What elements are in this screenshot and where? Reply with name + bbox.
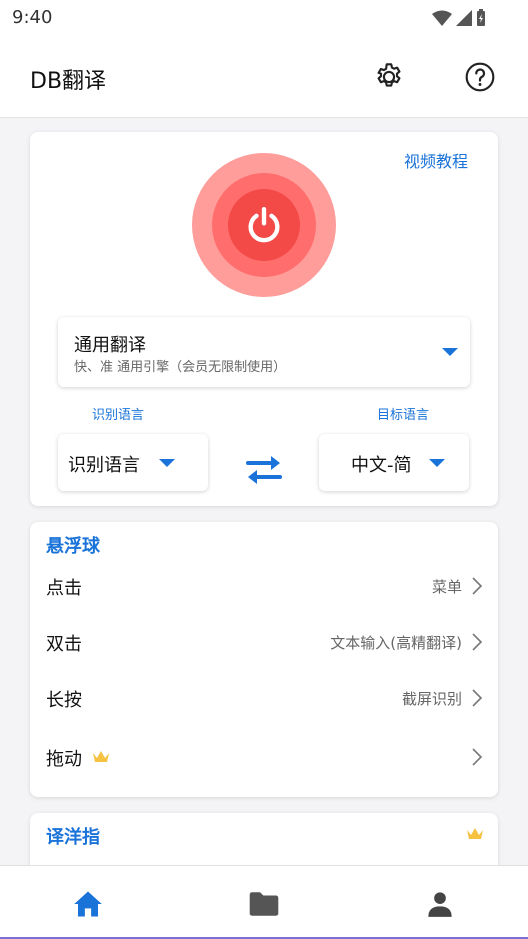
target-language-value: 中文-简 (351, 455, 412, 476)
crown-icon (93, 751, 109, 762)
row-label: 点击 (46, 578, 82, 599)
row-label: 双击 (46, 634, 82, 655)
status-icons (430, 8, 490, 32)
target-language-label: 目标语言 (377, 408, 430, 423)
nav-home[interactable] (68, 886, 108, 922)
engine-dropdown[interactable]: 通用翻译 快、准 通用引擎（会员无限制使用） (58, 317, 470, 387)
app-bar: DB翻译 (0, 38, 528, 118)
translate-card: 视频教程 通用翻译 快、准 通用引擎（会员无限制使用） 识别语言 目标语言 识别… (30, 132, 498, 506)
status-bar: 9:40 (0, 0, 528, 38)
crown-icon (467, 828, 483, 839)
nav-files[interactable] (244, 886, 284, 922)
power-button-core (228, 189, 300, 261)
setting-row-long-press[interactable]: 长按 截屏识别 (30, 670, 498, 726)
person-icon (428, 892, 452, 917)
settings-button[interactable] (369, 57, 409, 97)
bottom-navigation (0, 865, 528, 938)
source-language-dropdown[interactable]: 识别语言 (58, 434, 208, 491)
target-language-dropdown[interactable]: 中文-简 (319, 434, 469, 491)
float-ball-card: 悬浮球 点击 菜单 双击 文本输入(高精翻译) 长按 截屏识别 拖动 (30, 522, 498, 797)
row-label: 拖动 (46, 749, 82, 770)
swap-arrows-icon (246, 456, 282, 484)
help-circle-icon (465, 62, 495, 92)
yiyang-title: 译洋指 (46, 827, 100, 848)
row-value: 截屏识别 (401, 690, 462, 708)
chevron-right-icon (472, 689, 483, 707)
setting-row-tap[interactable]: 点击 菜单 (30, 558, 498, 614)
source-language-value: 识别语言 (68, 455, 140, 476)
signal-icon (456, 10, 472, 26)
caret-down-icon (159, 459, 175, 467)
engine-name: 通用翻译 (74, 335, 146, 356)
engine-description: 快、准 通用引擎（会员无限制使用） (74, 360, 287, 375)
app-title: DB翻译 (30, 69, 107, 94)
wifi-icon (432, 10, 452, 26)
video-tutorial-link[interactable]: 视频教程 (404, 148, 468, 172)
power-button[interactable] (192, 153, 336, 297)
caret-down-icon (429, 459, 445, 467)
gear-icon (377, 63, 401, 87)
battery-icon (477, 9, 485, 26)
row-value: 菜单 (431, 578, 462, 596)
home-icon (74, 891, 102, 917)
power-icon (248, 207, 280, 243)
swap-languages-button[interactable] (242, 450, 286, 490)
chevron-right-icon (472, 633, 483, 651)
chevron-right-icon (472, 748, 483, 766)
nav-profile[interactable] (420, 886, 460, 922)
float-ball-title: 悬浮球 (46, 536, 100, 557)
row-label: 长按 (46, 690, 82, 711)
caret-down-icon (442, 348, 458, 356)
setting-row-double-tap[interactable]: 双击 文本输入(高精翻译) (30, 614, 498, 670)
power-button-ring (212, 173, 316, 277)
help-button[interactable] (460, 57, 500, 97)
status-time: 9:40 (12, 7, 53, 28)
row-value: 文本输入(高精翻译) (330, 634, 462, 652)
setting-row-drag[interactable]: 拖动 (30, 729, 498, 785)
source-language-label: 识别语言 (92, 408, 145, 423)
chevron-right-icon (472, 577, 483, 595)
folder-icon (249, 892, 279, 916)
